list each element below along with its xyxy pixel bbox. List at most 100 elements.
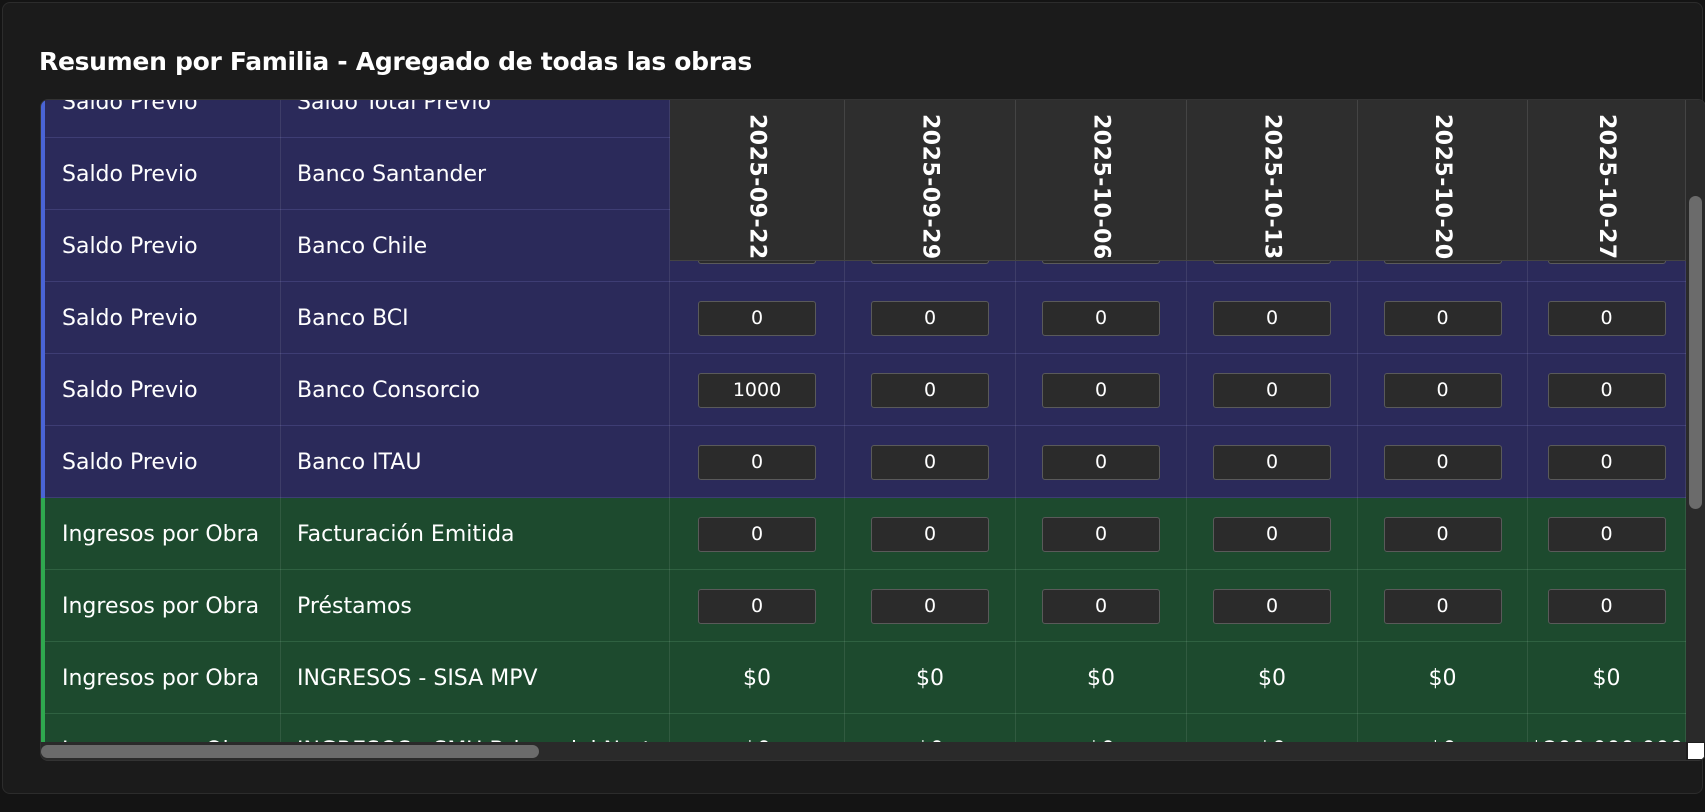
amount-input[interactable]: 0 — [1547, 300, 1666, 336]
amount-input[interactable]: 0 — [1547, 588, 1666, 624]
value-input-cell: 0 — [845, 282, 1016, 354]
family-cell: Ingresos por Obra — [41, 498, 281, 570]
family-cell: Saldo Previo — [41, 138, 281, 210]
amount-input[interactable]: 0 — [1547, 516, 1666, 552]
date-header-label: 2025-09-29 — [917, 114, 943, 260]
amount-input[interactable]: 0 — [1383, 444, 1502, 480]
amount-input[interactable]: 0 — [1042, 372, 1160, 408]
amount-input[interactable]: 0 — [1042, 516, 1160, 552]
amount-input[interactable]: 0 — [1383, 300, 1502, 336]
amount-input[interactable]: 0 — [1042, 300, 1160, 336]
family-cell: Saldo Previo — [41, 426, 281, 498]
date-header-label: 2025-09-22 — [744, 114, 770, 260]
amount-input[interactable]: 0 — [698, 588, 816, 624]
amount-value: $0 — [670, 642, 845, 714]
category-cell: INGRESOS - SMU Brisas del Norte — [281, 714, 670, 742]
category-cell: Facturación Emitida — [281, 498, 670, 570]
summary-panel: Resumen por Familia - Agregado de todas … — [2, 2, 1705, 794]
value-input-cell: 0 — [1358, 426, 1528, 498]
amount-value: $0 — [1016, 642, 1187, 714]
value-input-cell: 0 — [1187, 498, 1358, 570]
value-input-cell: 0 — [1528, 570, 1686, 642]
value-input-cell: 0 — [1016, 282, 1187, 354]
scroll-corner-resize-handle[interactable] — [1688, 743, 1704, 759]
family-cell: Ingresos por Obra — [41, 714, 281, 742]
amount-input[interactable]: 0 — [871, 372, 989, 408]
table-row: Ingresos por Obra INGRESOS - SISA MPV $0 $0… — [41, 642, 1686, 714]
amount-input[interactable]: 0 — [1213, 300, 1331, 336]
table-row: Saldo Previo Banco BCI 0 0 0 0 0 0 — [41, 282, 1686, 354]
value-input-cell: 0 — [1187, 426, 1358, 498]
value-input-cell: 0 — [1187, 354, 1358, 426]
amount-value: $0 — [1187, 714, 1358, 742]
value-input-cell: 0 — [1358, 498, 1528, 570]
amount-value: $0 — [1528, 642, 1686, 714]
amount-value: $0 — [1358, 714, 1528, 742]
family-summary-table: Saldo Previo Saldo Total Previo Saldo Prev… — [40, 99, 1705, 761]
family-cell: Saldo Previo — [41, 354, 281, 426]
amount-input[interactable]: 0 — [1383, 588, 1502, 624]
table-viewport[interactable]: Saldo Previo Saldo Total Previo Saldo Prev… — [41, 100, 1686, 742]
family-cell: Saldo Previo — [41, 210, 281, 282]
value-input-cell: 0 — [1358, 282, 1528, 354]
category-cell: Banco Consorcio — [281, 354, 670, 426]
amount-input[interactable]: 0 — [698, 300, 816, 336]
value-input-cell: 0 — [1528, 282, 1686, 354]
value-input-cell: 0 — [670, 426, 845, 498]
category-cell: Banco BCI — [281, 282, 670, 354]
amount-value: $0 — [1187, 642, 1358, 714]
category-cell: Banco ITAU — [281, 426, 670, 498]
amount-input[interactable]: 0 — [1547, 372, 1666, 408]
amount-input[interactable]: 1000 — [698, 372, 816, 408]
amount-input[interactable]: 0 — [871, 516, 989, 552]
amount-input[interactable]: 0 — [1213, 516, 1331, 552]
amount-input[interactable]: 0 — [1383, 516, 1502, 552]
value-input-cell: 0 — [845, 354, 1016, 426]
amount-value: $0 — [845, 714, 1016, 742]
amount-input[interactable]: 0 — [871, 300, 989, 336]
amount-input[interactable]: 0 — [1213, 588, 1331, 624]
family-cell: Ingresos por Obra — [41, 570, 281, 642]
value-input-cell: 0 — [1187, 570, 1358, 642]
date-header-label: 2025-10-20 — [1430, 114, 1455, 260]
amount-value: $0 — [670, 714, 845, 742]
value-input-cell: 0 — [845, 426, 1016, 498]
date-header-cell: 2025-10-20 — [1358, 100, 1528, 260]
date-header-cell: 2025-10-13 — [1187, 100, 1358, 260]
amount-input[interactable]: 0 — [871, 444, 989, 480]
amount-input[interactable]: 0 — [871, 588, 989, 624]
value-input-cell: 0 — [1016, 498, 1187, 570]
horizontal-scrollbar-thumb[interactable] — [41, 745, 539, 758]
value-input-cell: 0 — [1528, 498, 1686, 570]
amount-input[interactable]: 0 — [1042, 444, 1160, 480]
value-input-cell: 0 — [1528, 354, 1686, 426]
value-input-cell: 0 — [1187, 282, 1358, 354]
value-input-cell: 0 — [1358, 354, 1528, 426]
amount-input[interactable]: 0 — [1547, 444, 1666, 480]
date-header-label: 2025-10-27 — [1594, 114, 1619, 260]
date-header-cell: 2025-10-06 — [1016, 100, 1187, 260]
family-cell: Saldo Previo — [41, 100, 281, 138]
amount-value: $0 — [1016, 714, 1187, 742]
amount-input[interactable]: 0 — [1042, 588, 1160, 624]
table-row: Ingresos por Obra Facturación Emitida 0 0 0 0… — [41, 498, 1686, 570]
value-input-cell: 0 — [1016, 426, 1187, 498]
category-cell: Saldo Total Previo — [281, 100, 670, 138]
vertical-scrollbar-thumb[interactable] — [1689, 196, 1702, 509]
category-cell: INGRESOS - SISA MPV — [281, 642, 670, 714]
horizontal-scrollbar[interactable] — [41, 742, 1686, 760]
value-input-cell: 0 — [1358, 570, 1528, 642]
amount-value: $0 — [1358, 642, 1528, 714]
family-cell: Saldo Previo — [41, 282, 281, 354]
amount-input[interactable]: 0 — [698, 444, 816, 480]
table-row: Saldo Previo Banco Consorcio 1000 0 0 0 0 0 — [41, 354, 1686, 426]
date-header-row: 2025-09-22 2025-09-29 2025-10-06 2025-10-13… — [670, 100, 1686, 261]
vertical-scrollbar[interactable] — [1686, 100, 1705, 742]
amount-input[interactable]: 0 — [1213, 372, 1331, 408]
date-header-cell: 2025-09-22 — [670, 100, 845, 260]
amount-input[interactable]: 0 — [1213, 444, 1331, 480]
amount-input[interactable]: 0 — [698, 516, 816, 552]
amount-input[interactable]: 0 — [1383, 372, 1502, 408]
category-cell: Banco Santander — [281, 138, 670, 210]
date-header-cell: 2025-09-29 — [845, 100, 1016, 260]
